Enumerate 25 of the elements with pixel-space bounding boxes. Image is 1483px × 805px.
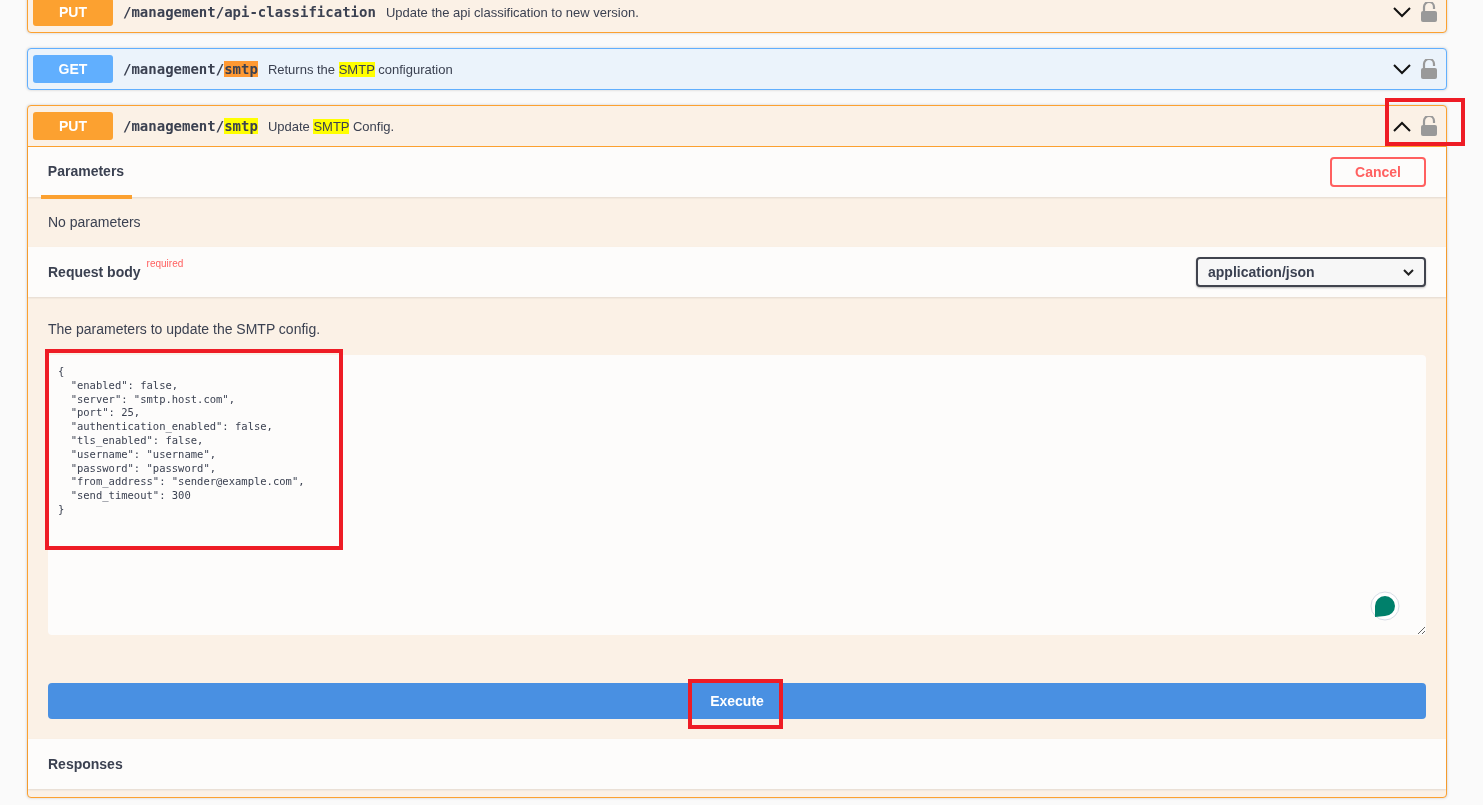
endpoint-summary: Returns the SMTP configuration bbox=[267, 61, 454, 77]
endpoint-path[interactable]: /management/smtp bbox=[123, 61, 258, 77]
parameters-tab[interactable]: Parameters bbox=[41, 147, 132, 199]
endpoint-summary: Update SMTP Config. bbox=[267, 118, 396, 134]
chat-bubble-icon[interactable] bbox=[1370, 591, 1400, 621]
method-badge: PUT bbox=[33, 112, 113, 140]
unlocked-padlock-icon[interactable] bbox=[1421, 116, 1437, 136]
endpoint-summary: Update the api classification to new version. bbox=[385, 4, 640, 20]
content-type-select[interactable]: application/json bbox=[1196, 257, 1426, 287]
code-editor[interactable]: { "enabled": false, "server": "smtp.host.com", "port": 25, "authentication_enabled": false, "tls_enabled": false, "username": "username", "password": "password", "from_address": "sender@example.com", "send_timeout": 300 } bbox=[48, 355, 1426, 635]
no-parameters-text: No parameters bbox=[48, 214, 141, 230]
chevron-down-icon[interactable] bbox=[1393, 6, 1411, 18]
chevron-up-icon[interactable] bbox=[1393, 120, 1411, 132]
chevron-down-icon[interactable] bbox=[1393, 63, 1411, 75]
unlocked-padlock-icon[interactable] bbox=[1421, 59, 1437, 79]
method-badge: GET bbox=[33, 55, 113, 83]
method-badge: PUT bbox=[33, 0, 113, 26]
request-body-title: Request body bbox=[48, 264, 141, 280]
required-label: required bbox=[146, 258, 184, 269]
endpoint-path[interactable]: /management/api-classification bbox=[123, 4, 376, 20]
request-body-description: The parameters to update the SMTP config. bbox=[48, 321, 322, 337]
endpoint-path[interactable]: /management/smtp bbox=[123, 118, 258, 134]
unlocked-padlock-icon[interactable] bbox=[1421, 2, 1437, 22]
chevron-down-icon bbox=[1403, 268, 1414, 276]
responses-title: Responses bbox=[48, 756, 123, 772]
